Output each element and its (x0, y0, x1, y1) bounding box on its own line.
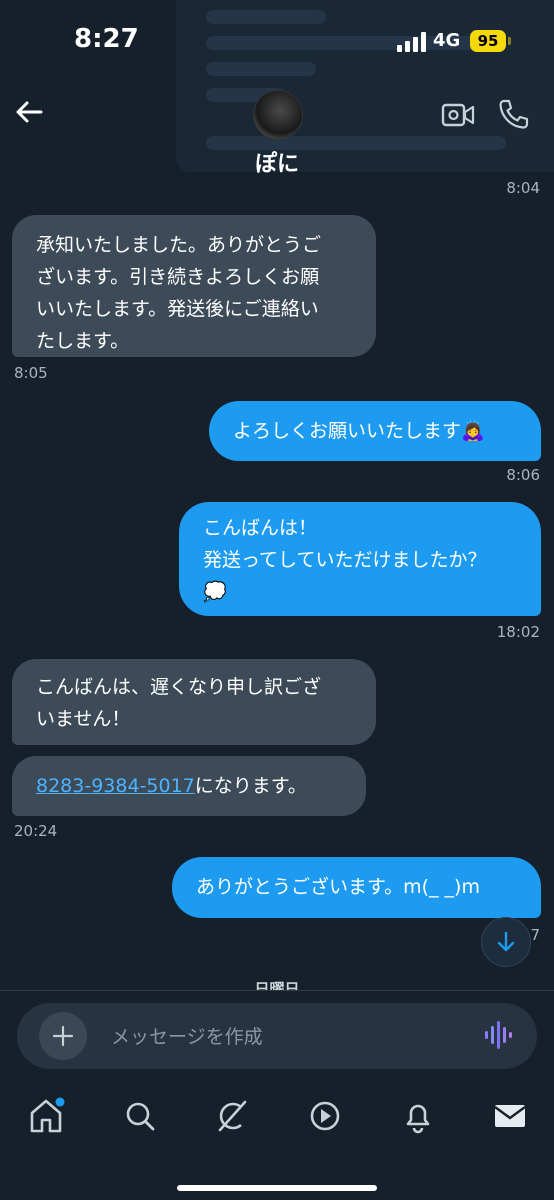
home-icon[interactable] (26, 1096, 66, 1136)
tracking-number-link[interactable]: 8283-9384-5017 (36, 775, 195, 797)
grok-icon[interactable] (212, 1096, 252, 1136)
message-text-line: こんばんは！ (203, 517, 318, 539)
message-text-line: 承知いたしました。ありがとうご (36, 234, 322, 256)
signal-icon (397, 32, 426, 52)
message-text-line: こんばんは、遅くなり申し訳ござ (36, 676, 322, 698)
message-timestamp: 8:06 (506, 466, 540, 484)
message-text-line: よろしくお願いいたします🙇‍♀️ (233, 420, 485, 442)
outgoing-message[interactable]: こんばんは！ 発送ってしていただけましたか？ 💭 (179, 502, 541, 616)
message-text-line: たします。 (36, 330, 130, 352)
message-timestamp: 7 (530, 926, 540, 944)
message-text-line: いません！ (36, 708, 131, 730)
message-text-line: 発送ってしていただけましたか？ (203, 549, 487, 571)
status-time: 8:27 (74, 24, 139, 54)
message-text-line: 💭 (203, 581, 227, 603)
incoming-message[interactable]: こんばんは、遅くなり申し訳ござ いません！ (12, 659, 376, 745)
outgoing-message[interactable]: よろしくお願いいたします🙇‍♀️ (209, 401, 541, 461)
incoming-message[interactable]: 承知いたしました。ありがとうご ざいます。引き続きよろしくお願 いいたします。発… (12, 215, 376, 357)
phone-call-icon[interactable] (498, 98, 530, 130)
message-timestamp: 20:24 (14, 822, 58, 840)
back-arrow-icon[interactable] (14, 97, 44, 127)
message-timestamp: 8:04 (506, 179, 540, 197)
message-text: になります。 (194, 775, 307, 797)
contact-avatar[interactable] (253, 90, 303, 140)
divider (0, 990, 554, 991)
day-separator: 日曜日 (254, 980, 300, 990)
messages-icon[interactable] (490, 1096, 530, 1136)
video-call-icon[interactable] (441, 100, 475, 130)
arrow-down-icon (497, 931, 515, 952)
add-attachment-button[interactable] (39, 1012, 87, 1060)
notifications-icon[interactable] (398, 1096, 438, 1136)
search-icon[interactable] (120, 1096, 160, 1136)
incoming-message[interactable]: 8283-9384-5017になります。 (12, 756, 366, 816)
message-input-placeholder[interactable]: メッセージを作成 (111, 1022, 263, 1049)
contact-name[interactable]: ぽに (0, 146, 554, 178)
network-type: 4G (433, 30, 461, 51)
home-indicator (177, 1185, 377, 1191)
message-input[interactable] (17, 1003, 537, 1069)
battery-icon: 95 (470, 30, 506, 52)
plus-icon (52, 1025, 74, 1047)
message-timestamp: 8:05 (14, 364, 48, 382)
voice-message-icon[interactable] (484, 1020, 512, 1050)
message-text-line: いいたします。発送後にご連絡い (36, 298, 319, 320)
outgoing-message[interactable]: ありがとうございます。m(_ _)m (172, 857, 541, 918)
scroll-to-bottom-button[interactable] (481, 917, 531, 967)
tab-bar (0, 1083, 554, 1200)
battery-tip (508, 37, 511, 45)
video-icon[interactable] (305, 1096, 345, 1136)
message-text-line: ありがとうございます。m(_ _)m (196, 876, 480, 898)
message-timestamp: 18:02 (496, 623, 540, 641)
message-text-line: ざいます。引き続きよろしくお願 (36, 266, 320, 288)
